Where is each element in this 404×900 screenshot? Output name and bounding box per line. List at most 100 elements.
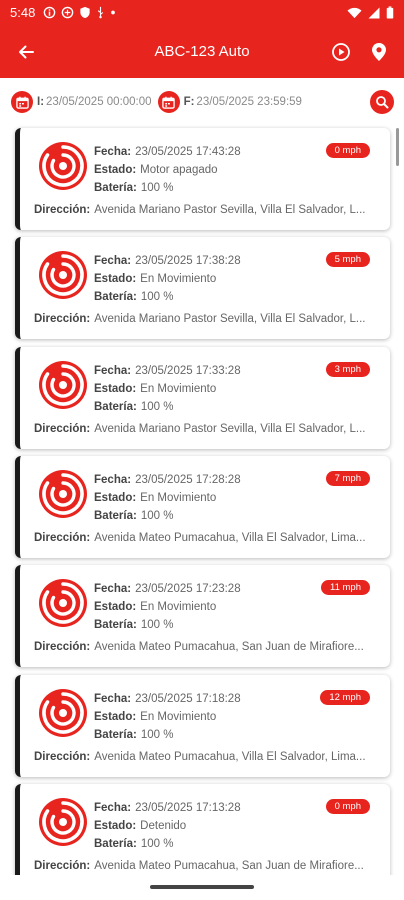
history-record-card[interactable]: Fecha: 23/05/2025 17:23:28 Estado: En Movim… <box>15 565 390 668</box>
direccion-label: Dirección: <box>34 204 91 216</box>
direccion-value: Avenida Mateo Pumacahua, San Juan de Mir… <box>94 859 364 872</box>
estado-value: En Movimiento <box>140 273 217 286</box>
fecha-value: 23/05/2025 17:28:28 <box>135 473 241 486</box>
vehicle-status-icon <box>38 797 88 847</box>
estado-value: Detenido <box>140 819 187 832</box>
vehicle-status-icon <box>38 578 88 628</box>
wifi-icon <box>347 7 362 18</box>
fecha-value: 23/05/2025 17:23:28 <box>135 583 241 596</box>
vehicle-status-icon <box>38 688 88 738</box>
fecha-value: 23/05/2025 17:33:28 <box>135 364 241 377</box>
end-date-label: F: <box>183 96 195 108</box>
speed-badge: 0 mph <box>325 143 370 158</box>
usb-icon <box>98 6 104 19</box>
info-icon <box>44 6 56 19</box>
history-record-card[interactable]: Fecha: 23/05/2025 17:28:28 Estado: En Movim… <box>15 455 390 558</box>
history-list[interactable]: Fecha: 23/05/2025 17:43:28 Estado: Motor ap… <box>0 125 404 875</box>
fecha-value: 23/05/2025 17:18:28 <box>135 692 241 705</box>
calendar-icon <box>15 96 29 109</box>
bateria-value: 100 % <box>140 291 174 304</box>
vehicle-status-icon <box>38 360 88 410</box>
fecha-value: 23/05/2025 17:13:28 <box>135 801 241 814</box>
end-date-button[interactable] <box>157 91 180 113</box>
status-bar: 5:48 <box>0 0 404 25</box>
estado-label: Estado: <box>94 710 137 723</box>
estado-label: Estado: <box>94 164 137 176</box>
bateria-label: Batería: <box>94 291 137 304</box>
history-record-card[interactable]: Fecha: 23/05/2025 17:43:28 Estado: Motor ap… <box>15 128 390 230</box>
fecha-value: 23/05/2025 17:43:28 <box>135 146 241 158</box>
app-bar: ABC-123 Auto <box>0 25 404 78</box>
vehicle-status-icon <box>38 250 88 300</box>
bateria-label: Batería: <box>94 619 137 632</box>
status-time: 5:48 <box>10 5 36 20</box>
direccion-value: Avenida Mariano Pastor Sevilla, Villa El… <box>94 313 366 326</box>
fecha-label: Fecha: <box>94 364 132 377</box>
start-date-button[interactable] <box>11 91 33 113</box>
bateria-label: Batería: <box>94 837 137 850</box>
history-record-card[interactable]: Fecha: 23/05/2025 17:18:28 Estado: En Movim… <box>15 674 390 777</box>
calendar-icon <box>162 96 175 109</box>
search-icon <box>376 96 389 109</box>
direccion-label: Dirección: <box>34 313 91 326</box>
system-nav-bar <box>0 875 404 900</box>
vpn-icon <box>62 6 74 19</box>
estado-label: Estado: <box>94 382 137 395</box>
direccion-label: Dirección: <box>34 422 91 435</box>
date-filter-bar: I: 23/05/2025 00:00:00 F: 23/05/2025 23:… <box>0 86 404 118</box>
direccion-value: Avenida Mariano Pastor Sevilla, Villa El… <box>94 204 366 216</box>
scrollbar-thumb[interactable] <box>396 128 399 166</box>
direccion-label: Dirección: <box>34 531 91 544</box>
vehicle-status-icon <box>38 469 88 519</box>
start-date-value[interactable]: 23/05/2025 00:00:00 <box>46 96 152 108</box>
direccion-label: Dirección: <box>34 750 91 763</box>
signal-icon <box>368 7 380 18</box>
fecha-value: 23/05/2025 17:38:28 <box>135 255 241 268</box>
location-pin-icon <box>372 42 386 61</box>
estado-value: En Movimiento <box>140 382 217 395</box>
estado-value: En Movimiento <box>140 710 217 723</box>
dot-icon <box>111 10 116 15</box>
estado-label: Estado: <box>94 491 137 504</box>
direccion-value: Avenida Mateo Pumacahua, Villa El Salvad… <box>94 750 366 763</box>
history-record-card[interactable]: Fecha: 23/05/2025 17:33:28 Estado: En Movim… <box>15 346 390 449</box>
speed-badge: 3 mph <box>325 361 370 377</box>
map-location-button[interactable] <box>360 25 398 78</box>
battery-icon <box>386 6 394 19</box>
vehicle-status-icon <box>38 141 88 191</box>
back-button[interactable] <box>0 25 52 78</box>
estado-label: Estado: <box>94 273 137 286</box>
bateria-value: 100 % <box>140 509 174 522</box>
fecha-label: Fecha: <box>94 255 132 268</box>
speed-badge: 5 mph <box>325 252 370 268</box>
bateria-label: Batería: <box>94 182 137 194</box>
history-record-card[interactable]: Fecha: 23/05/2025 17:38:28 Estado: En Movim… <box>15 237 390 340</box>
speed-badge: 7 mph <box>325 470 370 486</box>
end-date-value[interactable]: 23/05/2025 23:59:59 <box>196 96 302 108</box>
search-button[interactable] <box>370 90 394 114</box>
fecha-label: Fecha: <box>94 473 132 486</box>
fecha-label: Fecha: <box>94 583 132 596</box>
estado-value: En Movimiento <box>140 601 217 614</box>
bateria-label: Batería: <box>94 400 137 413</box>
estado-label: Estado: <box>94 819 137 832</box>
history-record-card[interactable]: Fecha: 23/05/2025 17:13:28 Estado: Detenido… <box>15 783 390 875</box>
home-gesture-pill[interactable] <box>150 885 254 889</box>
fecha-label: Fecha: <box>94 692 132 705</box>
bateria-value: 100 % <box>140 400 174 413</box>
direccion-value: Avenida Mariano Pastor Sevilla, Villa El… <box>94 422 366 435</box>
direccion-label: Dirección: <box>34 641 91 654</box>
direccion-label: Dirección: <box>34 859 91 872</box>
estado-value: En Movimiento <box>140 491 217 504</box>
shield-icon <box>80 6 90 19</box>
bateria-value: 100 % <box>140 837 174 850</box>
direccion-value: Avenida Mateo Pumacahua, Villa El Salvad… <box>94 531 366 544</box>
estado-label: Estado: <box>94 601 137 614</box>
bateria-label: Batería: <box>94 509 137 522</box>
bateria-value: 100 % <box>140 728 174 741</box>
direccion-value: Avenida Mateo Pumacahua, San Juan de Mir… <box>94 641 364 654</box>
bateria-value: 100 % <box>140 182 174 194</box>
bateria-value: 100 % <box>140 619 174 632</box>
playback-button[interactable] <box>322 25 360 78</box>
speed-badge: 11 mph <box>321 580 370 596</box>
